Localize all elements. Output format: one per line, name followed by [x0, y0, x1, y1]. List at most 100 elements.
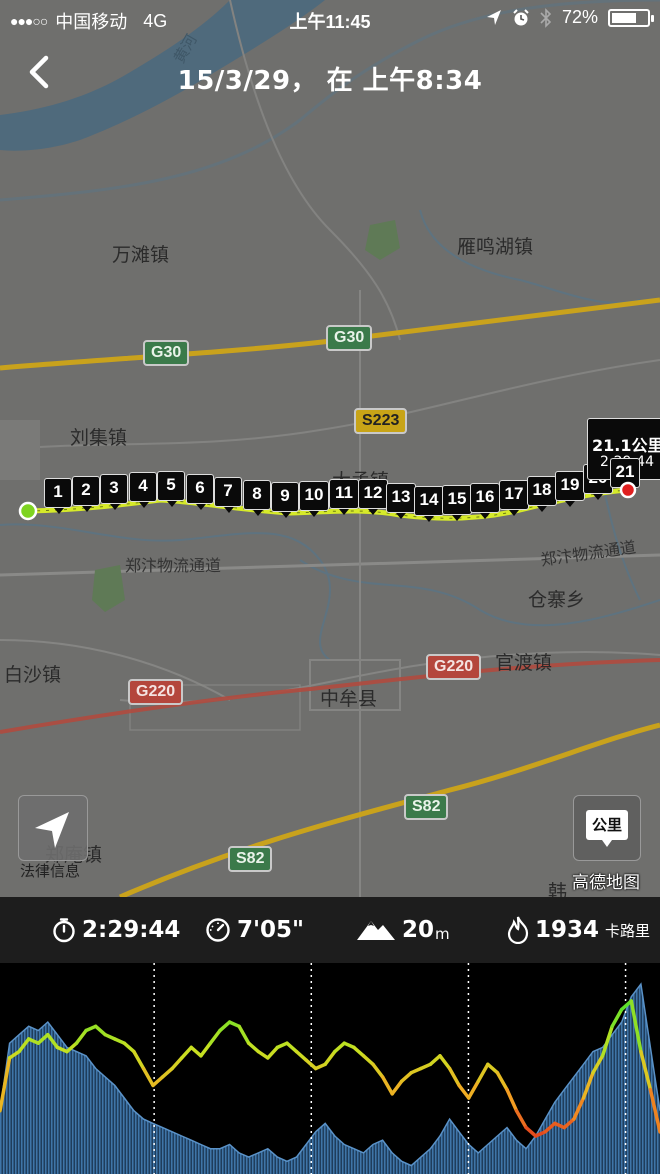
- pace-line-segment: [399, 1070, 414, 1083]
- pace-line-segment: [390, 1079, 404, 1096]
- pace-elevation-chart[interactable]: [0, 963, 660, 1174]
- elevation-value: 20: [402, 917, 435, 943]
- pace-line-segment: [266, 1045, 280, 1060]
- calories-stat: 1934 卡路里: [507, 897, 650, 963]
- stopwatch-icon: [53, 918, 75, 943]
- pace-line-segment: [447, 1066, 461, 1088]
- pace-line-segment: [294, 1049, 308, 1062]
- road-shield-s82: S82: [404, 794, 449, 820]
- calories-unit: 卡路里: [605, 921, 651, 940]
- pace-line-segment: [179, 1045, 194, 1060]
- road-shield-s223: S223: [354, 408, 408, 434]
- place-baisha: 白沙镇: [4, 664, 62, 686]
- pace-line-segment: [246, 1041, 261, 1054]
- km-marker[interactable]: 14: [414, 486, 444, 522]
- elevation-area: [0, 984, 660, 1174]
- pace-line-segment: [199, 1041, 213, 1058]
- pace-line-segment: [160, 1066, 174, 1079]
- place-wantan: 万滩镇: [112, 244, 170, 266]
- pace-line-segment: [74, 1028, 88, 1045]
- road-shield-g220: G220: [128, 679, 184, 705]
- km-marker[interactable]: 9: [271, 482, 299, 518]
- pace-line-segment: [237, 1024, 251, 1045]
- pace-line-segment: [189, 1045, 203, 1058]
- pace-line-segment: [208, 1028, 222, 1045]
- flame-icon: [507, 916, 529, 944]
- pace-line-segment: [93, 1024, 107, 1037]
- km-marker[interactable]: 15: [442, 485, 472, 521]
- place-cangzhai: 仓寨乡: [528, 589, 586, 611]
- km-marker[interactable]: 8: [243, 480, 271, 516]
- pace-line-segment: [476, 1062, 490, 1083]
- alarm-icon: [513, 8, 529, 25]
- km-marker[interactable]: 18: [527, 476, 557, 512]
- road-shield-s82: S82: [228, 846, 273, 872]
- pace-line-segment: [457, 1083, 471, 1100]
- km-marker[interactable]: 17: [499, 480, 529, 516]
- page-title: 15/3/29， 在 上午8:34: [177, 66, 483, 96]
- km-marker[interactable]: 10: [299, 481, 329, 517]
- duration-value: 2:29:44: [82, 917, 181, 943]
- status-bar: ●●●○○ 中国移动 4G 上午11:45 72%: [0, 0, 660, 38]
- km-marker[interactable]: 6: [186, 474, 214, 510]
- pace-line-segment: [170, 1056, 184, 1071]
- km-marker[interactable]: 5: [157, 471, 185, 507]
- km-marker[interactable]: 21: [610, 458, 640, 494]
- km-marker[interactable]: 11: [329, 479, 359, 515]
- pace-line-segment: [218, 1020, 232, 1033]
- pace-line-segment: [466, 1079, 481, 1100]
- km-marker[interactable]: 13: [386, 483, 416, 519]
- km-marker[interactable]: 4: [129, 472, 157, 508]
- pace-line-segment: [514, 1108, 528, 1130]
- km-marker[interactable]: 1: [44, 478, 72, 514]
- road-shield-g30: G30: [143, 340, 190, 366]
- battery-percent: 72%: [561, 7, 598, 27]
- map-provider-logo: 高德地图: [572, 873, 640, 893]
- km-marker[interactable]: 19: [555, 471, 585, 507]
- pace-line-segment: [132, 1049, 146, 1071]
- speedometer-icon: [206, 918, 230, 942]
- km-marker[interactable]: 2: [72, 476, 100, 512]
- place-zhongmu: 中牟县: [320, 688, 378, 710]
- pace-line-segment: [380, 1075, 394, 1096]
- place-hanzhuang: 韩: [548, 881, 568, 897]
- km-marker[interactable]: 7: [214, 477, 242, 513]
- km-marker[interactable]: 16: [470, 483, 500, 519]
- unit-toggle-button[interactable]: 公里: [573, 795, 641, 861]
- pace-line-segment: [438, 1054, 452, 1071]
- battery-icon: [608, 8, 654, 27]
- pace-stat: 7'05": [205, 897, 304, 963]
- calories-value: 1934: [535, 917, 600, 943]
- pace-line-segment: [352, 1045, 366, 1058]
- pace-value: 7'05": [237, 917, 305, 943]
- pace-line-segment: [323, 1049, 337, 1067]
- place-liuji: 刘集镇: [70, 427, 128, 449]
- run-stats-bar: 2:29:44 7'05" 20 m 1934 卡路里: [0, 897, 660, 963]
- unit-label: 公里: [586, 810, 628, 847]
- pace-line-segment: [333, 1041, 347, 1054]
- locate-button[interactable]: [18, 795, 88, 861]
- pace-line-segment: [505, 1087, 519, 1113]
- pace-line-segment: [285, 1041, 299, 1054]
- route-map[interactable]: 黄河 万滩镇 雁鸣湖镇 刘集镇 大孟镇 郑汴物流通道 郑汴物流通道 仓寨乡 白沙…: [0, 0, 660, 897]
- pace-line-segment: [141, 1066, 155, 1088]
- place-yanminghu: 雁鸣湖镇: [457, 236, 534, 258]
- pace-line-segment: [361, 1054, 375, 1067]
- pace-line-segment: [486, 1062, 500, 1075]
- elevation-unit: m: [435, 925, 450, 943]
- mountain-icon: [357, 921, 395, 940]
- km-marker[interactable]: 12: [358, 479, 388, 515]
- bluetooth-icon: [540, 7, 552, 28]
- distance-label: 21.1公里: [592, 436, 660, 455]
- legal-info-link[interactable]: 法律信息: [20, 860, 80, 881]
- duration-stat: 2:29:44: [52, 897, 180, 963]
- location-arrow-icon: [486, 9, 501, 25]
- pace-line-segment: [495, 1070, 509, 1092]
- place-logistics-1: 郑汴物流通道: [125, 556, 222, 575]
- pace-line-segment: [122, 1041, 136, 1054]
- km-marker[interactable]: 3: [100, 474, 128, 510]
- pace-line-segment: [524, 1125, 538, 1138]
- pace-line-segment: [428, 1054, 442, 1067]
- pace-line-segment: [304, 1058, 318, 1071]
- location-arrow-icon: [35, 812, 69, 848]
